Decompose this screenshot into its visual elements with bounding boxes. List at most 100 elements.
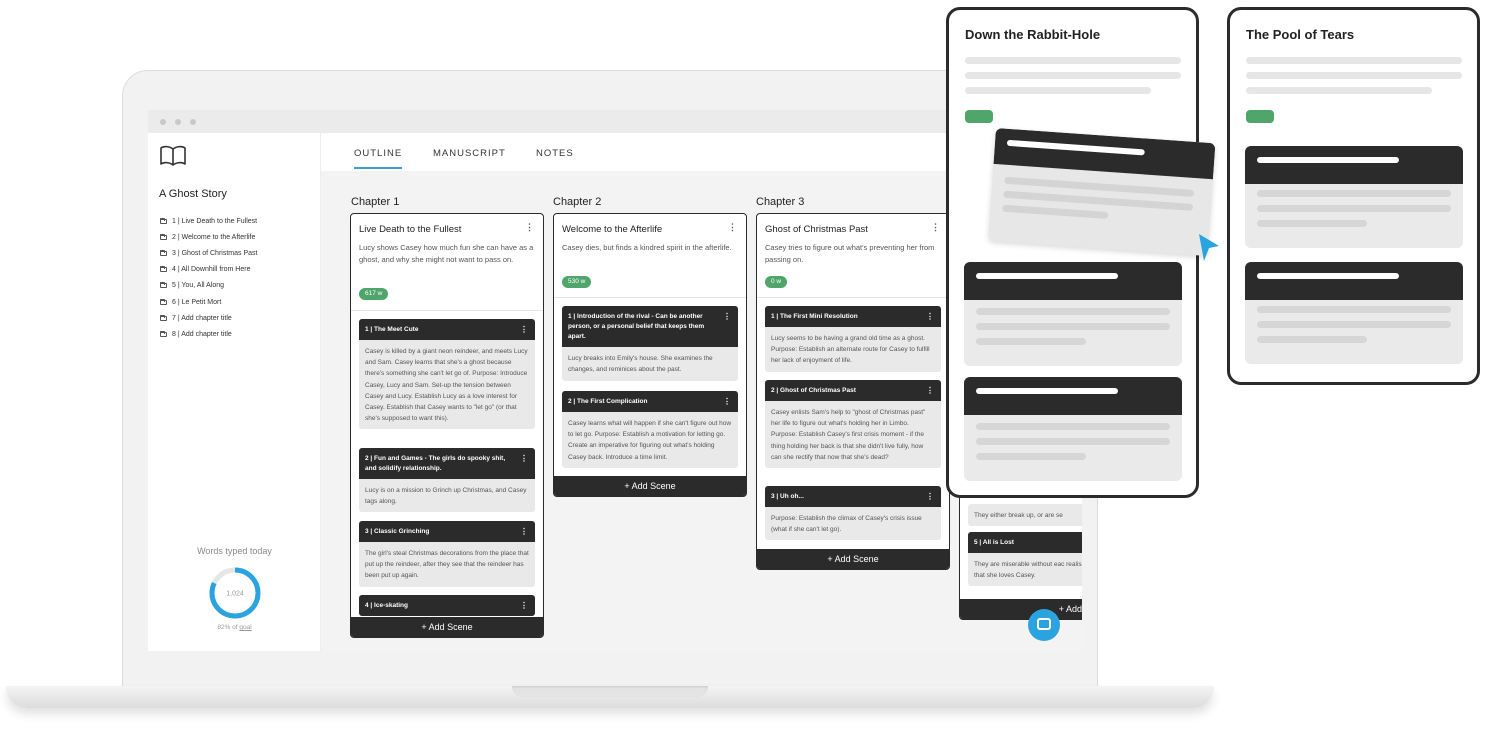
- kebab-menu-icon[interactable]: ⋮: [525, 223, 534, 232]
- chapter-column: Welcome to the Afterlife ⋮ Casey dies, b…: [553, 213, 747, 497]
- scene-card[interactable]: 2 | The First Complication ⋮ Casey learns…: [562, 391, 738, 468]
- scene-summary: Lucy is on a mission to Grinch up Christ…: [365, 487, 527, 506]
- scene-card[interactable]: 2 | Fun and Games - The girls do spooky …: [359, 448, 535, 513]
- tab-outline[interactable]: OUTLINE: [354, 148, 403, 169]
- scene-title[interactable]: 1 | Introduction of the rival - Can be a…: [562, 306, 738, 348]
- app-window: A Ghost Story 1 | Live Death to the Full…: [148, 110, 1082, 651]
- placeholder-line: [965, 72, 1181, 79]
- scene-card[interactable]: 1 | Introduction of the rival - Can be a…: [562, 306, 738, 381]
- sidebar-chapter-item[interactable]: 4 | All Downhill from Here: [160, 262, 257, 278]
- kebab-menu-icon[interactable]: ⋮: [520, 324, 528, 336]
- preview-card-title: The Pool of Tears: [1246, 27, 1355, 42]
- sidebar-chapter-item[interactable]: 6 | Le Petit Mort: [160, 294, 257, 310]
- scene-title[interactable]: 3 | Classic Grinching ⋮: [359, 521, 535, 543]
- divider: [757, 297, 949, 298]
- window-titlebar: [148, 110, 1082, 133]
- kebab-menu-icon[interactable]: ⋮: [926, 385, 934, 397]
- scene-summary: Casey is killed by a giant neon reindeer…: [365, 348, 528, 423]
- scene-title[interactable]: 1 | The Meet Cute ⋮: [359, 319, 535, 341]
- scene-card[interactable]: 2 | Ghost of Christmas Past ⋮ Casey enlis…: [765, 380, 941, 468]
- folder-icon: [160, 330, 167, 337]
- goal-text: 82% of goal: [217, 624, 252, 631]
- kebab-menu-icon[interactable]: ⋮: [723, 396, 731, 408]
- scene-placeholder-card: [1245, 262, 1463, 364]
- scene-card[interactable]: 4 | Ice-skating ⋮: [359, 595, 535, 617]
- kebab-menu-icon[interactable]: ⋮: [520, 600, 528, 612]
- preview-card-title: Down the Rabbit-Hole: [965, 27, 1101, 42]
- words-typed-label: Words typed today: [197, 546, 272, 556]
- kebab-menu-icon[interactable]: ⋮: [723, 311, 731, 323]
- scene-title[interactable]: 1 | The First Mini Resolution ⋮: [765, 306, 941, 328]
- chapter-column: Live Death to the Fullest ⋮ Lucy shows C…: [350, 213, 544, 638]
- placeholder-line: [1246, 57, 1462, 64]
- chapter-list: 1 | Live Death to the Fullest 2 | Welcom…: [160, 213, 257, 343]
- chapter-title[interactable]: Welcome to the Afterlife: [562, 224, 662, 235]
- sidebar-chapter-item[interactable]: 8 | Add chapter title: [160, 326, 257, 342]
- scene-title[interactable]: 2 | Fun and Games - The girls do spooky …: [359, 448, 535, 480]
- word-count-badge: 617 w: [359, 288, 389, 300]
- word-count-badge: 0 w: [765, 276, 788, 288]
- sidebar-chapter-item[interactable]: 2 | Welcome to the Afterlife: [160, 229, 257, 245]
- chapter-title[interactable]: Live Death to the Fullest: [359, 224, 461, 235]
- sidebar-chapter-item[interactable]: 1 | Live Death to the Fullest: [160, 213, 257, 229]
- sidebar-chapter-item[interactable]: 3 | Ghost of Christmas Past: [160, 245, 257, 261]
- word-count-badge: [965, 110, 993, 123]
- kebab-menu-icon[interactable]: ⋮: [728, 223, 737, 232]
- scene-placeholder-card: [1245, 146, 1463, 248]
- sidebar: A Ghost Story 1 | Live Death to the Full…: [148, 133, 321, 651]
- story-title[interactable]: A Ghost Story: [159, 188, 227, 200]
- chapter-preview-card: The Pool of Tears: [1227, 7, 1480, 385]
- words-progress-ring: 1,024: [209, 567, 261, 619]
- scene-card[interactable]: 1 | The First Mini Resolution ⋮ Lucy seem…: [765, 306, 941, 372]
- scene-card[interactable]: 3 | Uh oh... ⋮ Purpose: Establish the cli…: [765, 486, 941, 541]
- laptop-notch: [512, 686, 708, 697]
- scene-summary: They either break up, or are se: [968, 504, 1082, 527]
- window-dot-close[interactable]: [160, 119, 166, 125]
- add-scene-button[interactable]: + Add Scene: [554, 476, 746, 496]
- scene-title[interactable]: 2 | Ghost of Christmas Past ⋮: [765, 380, 941, 402]
- divider: [554, 297, 746, 298]
- scene-summary: Lucy seems to be having a grand old time…: [771, 335, 930, 365]
- word-count-badge: [1246, 110, 1274, 123]
- kebab-menu-icon[interactable]: ⋮: [926, 491, 934, 503]
- placeholder-line: [1246, 72, 1462, 79]
- kebab-menu-icon[interactable]: ⋮: [520, 526, 528, 538]
- sidebar-chapter-item[interactable]: 5 | You, All Along: [160, 278, 257, 294]
- scene-title[interactable]: 5 | All is Lost: [968, 532, 1082, 554]
- dragged-scene-card[interactable]: [988, 128, 1216, 257]
- scene-placeholder-card: [964, 262, 1182, 366]
- chapter-title[interactable]: Ghost of Christmas Past: [765, 224, 868, 235]
- window-dot-minimize[interactable]: [175, 119, 181, 125]
- tab-manuscript[interactable]: MANUSCRIPT: [433, 148, 506, 159]
- word-count-badge: 530 w: [562, 276, 592, 288]
- folder-icon: [160, 314, 167, 321]
- scene-placeholder-card: [964, 377, 1182, 481]
- chapter-heading: Chapter 2: [553, 196, 602, 208]
- chapter-description: Lucy shows Casey how much fun she can ha…: [359, 243, 534, 265]
- chapter-heading: Chapter 3: [756, 196, 805, 208]
- add-scene-button[interactable]: + Add Sce: [960, 599, 1082, 619]
- chapter-description: Casey tries to figure out what's prevent…: [765, 243, 935, 265]
- kebab-menu-icon[interactable]: ⋮: [931, 223, 940, 232]
- chapter-heading: Chapter 1: [351, 196, 400, 208]
- kebab-menu-icon[interactable]: ⋮: [520, 453, 528, 465]
- add-scene-button[interactable]: + Add Scene: [757, 549, 949, 569]
- scene-summary: Casey enlists Sam's help to "ghost of Ch…: [771, 409, 926, 461]
- scene-summary: Lucy breaks into Emily's house. She exam…: [568, 355, 713, 374]
- book-icon[interactable]: [159, 145, 187, 167]
- scene-card[interactable]: 5 | All is Lost They are miserable witho…: [968, 532, 1082, 587]
- kebab-menu-icon[interactable]: ⋮: [926, 311, 934, 323]
- scene-title[interactable]: 4 | Ice-skating ⋮: [359, 595, 535, 617]
- scene-title[interactable]: 2 | The First Complication ⋮: [562, 391, 738, 413]
- scene-card[interactable]: 3 | Classic Grinching ⋮ The girl's steal …: [359, 521, 535, 587]
- add-scene-button[interactable]: + Add Scene: [351, 617, 543, 637]
- sidebar-chapter-item[interactable]: 7 | Add chapter title: [160, 310, 257, 326]
- tab-notes[interactable]: NOTES: [536, 148, 574, 159]
- goal-link[interactable]: goal: [239, 624, 251, 631]
- scene-title[interactable]: 3 | Uh oh... ⋮: [765, 486, 941, 508]
- chat-bubble-icon[interactable]: [1028, 609, 1060, 641]
- divider: [351, 310, 543, 311]
- scene-card[interactable]: 1 | The Meet Cute ⋮ Casey is killed by a …: [359, 319, 535, 430]
- placeholder-line: [1246, 87, 1432, 94]
- window-dot-maximize[interactable]: [190, 119, 196, 125]
